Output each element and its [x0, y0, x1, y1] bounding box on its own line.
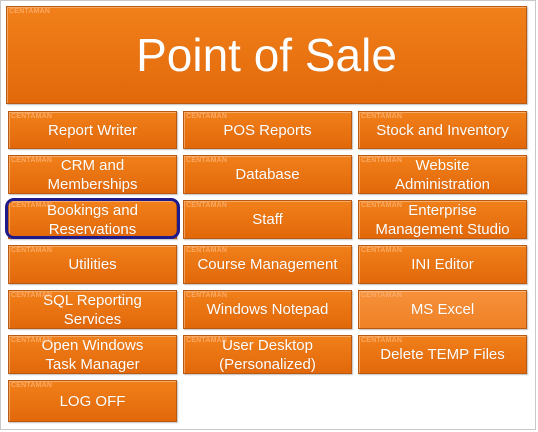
stock-inventory-button[interactable]: CENTAMAN Stock and Inventory	[358, 111, 527, 149]
brand-watermark: CENTAMAN	[11, 292, 53, 299]
delete-temp-files-label: Delete TEMP Files	[380, 346, 505, 363]
delete-temp-files-button[interactable]: CENTAMAN Delete TEMP Files	[358, 335, 527, 374]
log-off-label: LOG OFF	[59, 392, 126, 410]
bookings-reservations-label: Bookings and Reservations	[47, 201, 138, 238]
brand-watermark: CENTAMAN	[361, 337, 403, 344]
pos-reports-label: POS Reports	[223, 121, 312, 139]
website-admin-label: Website Administration	[394, 156, 491, 193]
database-label: Database	[235, 166, 300, 183]
windows-notepad-button[interactable]: CENTAMAN Windows Notepad	[183, 290, 352, 329]
database-button[interactable]: CENTAMAN Database	[183, 155, 352, 194]
brand-watermark: CENTAMAN	[11, 157, 53, 164]
log-off-button[interactable]: CENTAMAN LOG OFF	[8, 380, 177, 422]
pos-reports-button[interactable]: CENTAMAN POS Reports	[183, 111, 352, 149]
brand-watermark: CENTAMAN	[11, 202, 53, 209]
utilities-button[interactable]: CENTAMAN Utilities	[8, 245, 177, 284]
brand-watermark: CENTAMAN	[361, 247, 403, 254]
utilities-label: Utilities	[68, 256, 117, 273]
user-desktop-label: User Desktop (Personalized)	[219, 336, 316, 373]
brand-watermark: CENTAMAN	[361, 292, 403, 299]
crm-memberships-label: CRM and Memberships	[47, 156, 138, 193]
brand-watermark: CENTAMAN	[186, 292, 228, 299]
brand-watermark: CENTAMAN	[11, 247, 53, 254]
brand-watermark: CENTAMAN	[361, 113, 403, 120]
task-manager-button[interactable]: CENTAMAN Open Windows Task Manager	[8, 335, 177, 374]
brand-watermark: CENTAMAN	[11, 382, 53, 389]
brand-watermark: CENTAMAN	[11, 113, 53, 120]
bookings-reservations-button[interactable]: CENTAMAN Bookings and Reservations	[8, 200, 177, 239]
brand-watermark: CENTAMAN	[11, 337, 53, 344]
report-writer-label: Report Writer	[48, 121, 137, 139]
ms-excel-label: MS Excel	[410, 301, 475, 318]
crm-memberships-button[interactable]: CENTAMAN CRM and Memberships	[8, 155, 177, 194]
brand-watermark: CENTAMAN	[361, 157, 403, 164]
brand-watermark: CENTAMAN	[186, 337, 228, 344]
ini-editor-label: INI Editor	[411, 256, 474, 273]
windows-notepad-label: Windows Notepad	[206, 301, 329, 318]
brand-watermark: CENTAMAN	[186, 202, 228, 209]
user-desktop-button[interactable]: CENTAMAN User Desktop (Personalized)	[183, 335, 352, 374]
brand-watermark: CENTAMAN	[186, 113, 228, 120]
sql-reporting-button[interactable]: CENTAMAN SQL Reporting Services	[8, 290, 177, 329]
brand-watermark: CENTAMAN	[186, 247, 228, 254]
website-admin-button[interactable]: CENTAMAN Website Administration	[358, 155, 527, 194]
report-writer-button[interactable]: CENTAMAN Report Writer	[8, 111, 177, 149]
ms-excel-button[interactable]: CENTAMAN MS Excel	[358, 290, 527, 329]
staff-label: Staff	[252, 211, 283, 228]
stock-inventory-label: Stock and Inventory	[376, 121, 509, 139]
title-tile: CENTAMAN Point of Sale	[6, 6, 527, 104]
course-management-label: Course Management	[197, 256, 338, 273]
sql-reporting-label: SQL Reporting Services	[43, 291, 142, 328]
enterprise-studio-button[interactable]: CENTAMAN Enterprise Management Studio	[358, 200, 527, 239]
brand-watermark: CENTAMAN	[361, 202, 403, 209]
course-management-button[interactable]: CENTAMAN Course Management	[183, 245, 352, 284]
staff-button[interactable]: CENTAMAN Staff	[183, 200, 352, 239]
task-manager-label: Open Windows Task Manager	[41, 336, 144, 373]
brand-watermark: CENTAMAN	[9, 8, 51, 15]
brand-watermark: CENTAMAN	[186, 157, 228, 164]
ini-editor-button[interactable]: CENTAMAN INI Editor	[358, 245, 527, 284]
page-title: Point of Sale	[136, 29, 397, 81]
